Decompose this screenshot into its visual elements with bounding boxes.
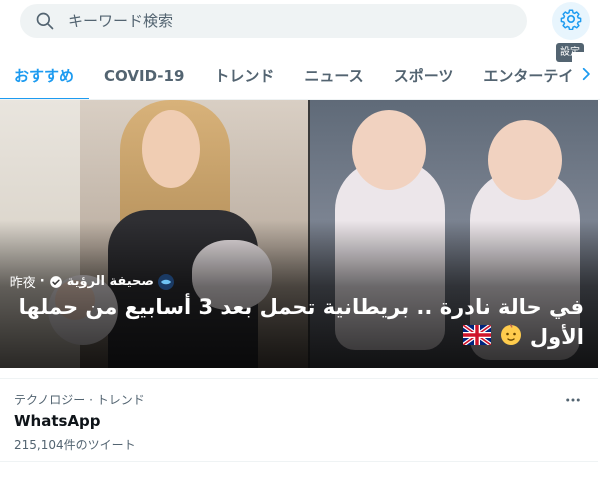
source-name: صحيفة الرؤية — [66, 274, 154, 289]
explore-tabs: おすすめ COVID-19 トレンド ニュース スポーツ エンターテイ — [0, 52, 600, 100]
hero-meta: صحيفة الرؤية · 昨夜 — [10, 272, 174, 291]
verified-icon — [49, 275, 63, 289]
trend-tweet-count: 215,104件のツイート — [14, 438, 136, 452]
tab-news[interactable]: ニュース — [289, 52, 378, 99]
hero-news-card[interactable]: صحيفة الرؤية · 昨夜 في حالة نادرة .. بريطا… — [0, 100, 598, 368]
trend-item[interactable]: テクノロジー · トレンド WhatsApp 215,104件のツイート — [0, 378, 598, 462]
tab-for-you[interactable]: おすすめ — [0, 52, 90, 99]
tab-trending[interactable]: トレンド — [199, 52, 289, 99]
headline-line-2: الأول — [529, 325, 584, 349]
baby-emoji-icon — [499, 322, 523, 354]
source-avatar — [158, 273, 174, 290]
tab-covid-19[interactable]: COVID-19 — [89, 52, 199, 99]
tab-entertainment[interactable]: エンターテイ — [468, 52, 588, 99]
headline-line-1: في حالة نادرة .. بريطانية تحمل بعد 3 أسا… — [18, 295, 584, 319]
tabs-scroll-right-button[interactable] — [572, 52, 600, 99]
search-input[interactable] — [68, 12, 488, 30]
more-dots-icon — [564, 391, 582, 413]
settings-button[interactable] — [552, 2, 590, 40]
meta-separator: · — [39, 274, 45, 289]
hero-headline: في حالة نادرة .. بريطانية تحمل بعد 3 أسا… — [14, 292, 584, 354]
trend-more-button[interactable] — [562, 391, 584, 413]
trend-category: テクノロジー · トレンド — [14, 393, 145, 407]
uk-flag-icon — [462, 323, 493, 353]
gear-icon — [560, 8, 582, 34]
chevron-right-icon — [579, 66, 593, 85]
post-time: 昨夜 — [9, 276, 36, 291]
trend-name: WhatsApp — [14, 412, 101, 430]
tab-sports[interactable]: スポーツ — [379, 52, 469, 99]
search-icon — [34, 10, 56, 32]
search-bar[interactable] — [20, 4, 527, 38]
